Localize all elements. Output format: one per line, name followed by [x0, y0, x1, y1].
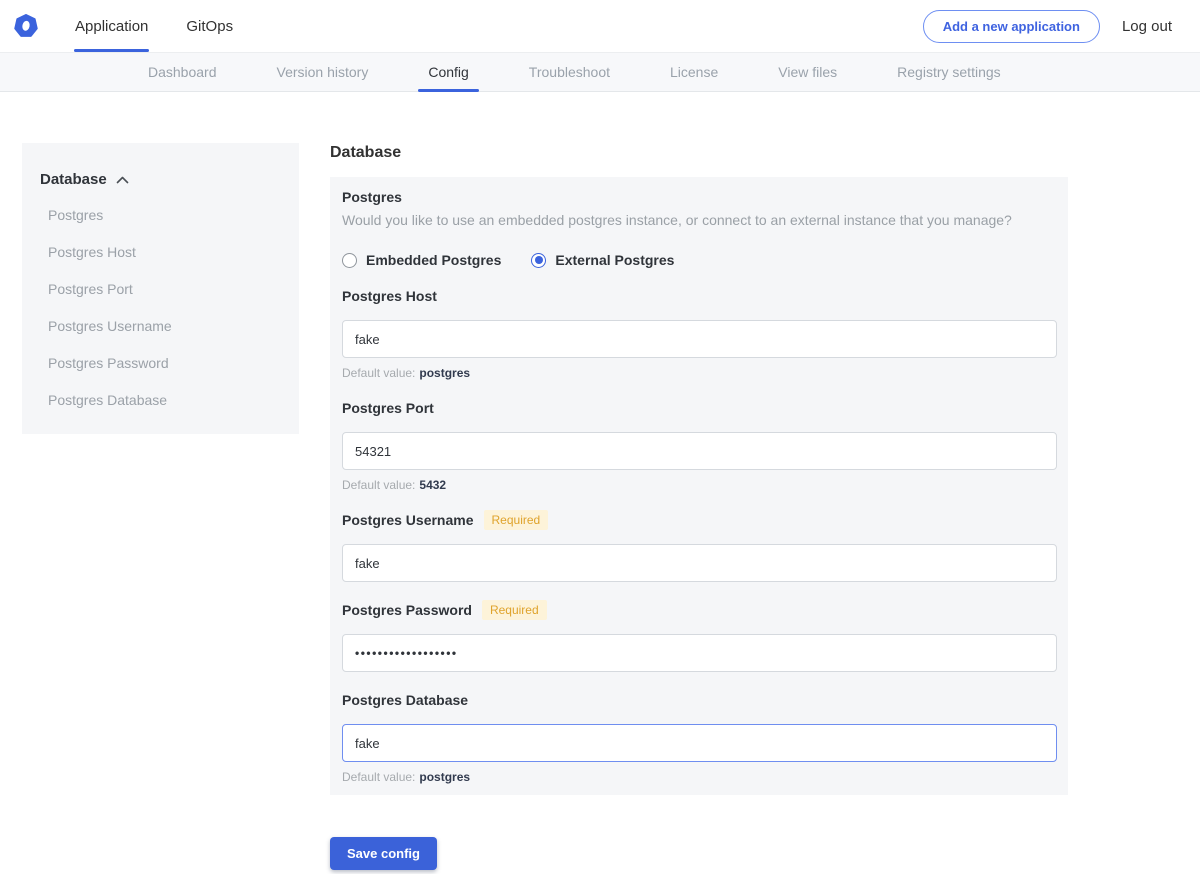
postgres-radio-group: Embedded Postgres External Postgres [342, 252, 1057, 268]
hint-label: Default value: [342, 366, 415, 380]
active-tab-underline [74, 49, 149, 52]
hint-label: Default value: [342, 770, 415, 784]
radio-option-external-postgres[interactable]: External Postgres [531, 252, 674, 268]
radio-option-label: External Postgres [555, 252, 674, 268]
config-fields: Postgres HostDefault value:postgresPostg… [342, 286, 1057, 784]
chevron-up-icon [116, 176, 129, 184]
field-label-row: Postgres Password Required [342, 600, 1057, 620]
required-badge: Required [484, 510, 549, 530]
hint-value: postgres [419, 770, 470, 784]
subnav-item-config[interactable]: Config [428, 53, 468, 91]
header-tabs: Application GitOps [74, 0, 270, 52]
add-new-application-button[interactable]: Add a new application [923, 10, 1100, 43]
sidebar-item-postgres-port[interactable]: Postgres Port [48, 281, 279, 297]
field-label-row: Postgres Database [342, 690, 1057, 710]
sidebar-group-title: Database [40, 171, 107, 188]
field-label: Postgres Username [342, 512, 474, 528]
hint-value: postgres [419, 366, 470, 380]
hint-label: Default value: [342, 478, 415, 492]
header-tab-application[interactable]: Application [74, 0, 149, 52]
field-label: Postgres Password [342, 602, 472, 618]
field-postgres-port: Postgres Port Default value: 5432 [342, 398, 1057, 492]
field-label-row: Postgres Port [342, 398, 1057, 418]
subnav-item-label: Troubleshoot [529, 64, 610, 80]
subnav-item-license[interactable]: License [670, 53, 718, 91]
subnav-item-view-files[interactable]: View files [778, 53, 837, 91]
logout-button[interactable]: Log out [1122, 18, 1172, 35]
header-tab-label: GitOps [186, 18, 233, 35]
hint-value: 5432 [419, 478, 446, 492]
subnav-item-label: License [670, 64, 718, 80]
config-sidebar: Database Postgres Postgres Host Postgres P… [22, 143, 299, 434]
sidebar-item-postgres-host[interactable]: Postgres Host [48, 244, 279, 260]
field-label: Postgres Host [342, 288, 437, 304]
sidebar-item-postgres-username[interactable]: Postgres Username [48, 318, 279, 334]
page-title: Database [330, 144, 1068, 162]
field-postgres-username: Postgres Username Required [342, 510, 1057, 582]
top-header: Application GitOps Add a new application … [0, 0, 1200, 52]
subnav-item-version-history[interactable]: Version history [277, 53, 369, 91]
subnav-item-registry-settings[interactable]: Registry settings [897, 53, 1000, 91]
sidebar-item-postgres[interactable]: Postgres [48, 207, 279, 223]
subnav-item-label: Version history [277, 64, 369, 80]
header-tab-gitops[interactable]: GitOps [185, 0, 234, 52]
field-postgres-database: Postgres Database Default value: postgres [342, 690, 1057, 784]
field-label-row: Postgres Host [342, 286, 1057, 306]
save-config-button[interactable]: Save config [330, 837, 437, 870]
radio-option-label: Embedded Postgres [366, 252, 501, 268]
sidebar-items: Postgres Postgres Host Postgres Port Postgr… [40, 207, 279, 408]
radio-option-embedded-postgres[interactable]: Embedded Postgres [342, 252, 501, 268]
config-group-panel: Postgres Would you like to use an embedd… [330, 177, 1068, 795]
required-badge: Required [482, 600, 547, 620]
content-area: Database Postgres Postgres Host Postgres P… [0, 143, 1200, 870]
postgres-username-input[interactable] [342, 544, 1057, 582]
header-tab-label: Application [75, 18, 148, 35]
subnav-item-label: Dashboard [148, 64, 217, 80]
subnav-item-label: View files [778, 64, 837, 80]
sidebar-item-postgres-database[interactable]: Postgres Database [48, 392, 279, 408]
default-value-hint: Default value: postgres [342, 366, 1057, 380]
group-help-text: Would you like to use an embedded postgr… [342, 212, 1057, 228]
default-value-hint: Default value: 5432 [342, 478, 1057, 492]
field-postgres-password: Postgres Password Required [342, 600, 1057, 672]
sidebar-group-database[interactable]: Database [40, 171, 279, 188]
config-main: Database Postgres Would you like to use … [330, 143, 1068, 870]
header-right: Add a new application Log out [923, 10, 1172, 43]
subnav-item-label: Config [428, 64, 468, 80]
active-subnav-underline [418, 89, 478, 92]
subnav-item-troubleshoot[interactable]: Troubleshoot [529, 53, 610, 91]
app-logo-icon [14, 14, 38, 38]
subnav-item-label: Registry settings [897, 64, 1000, 80]
field-postgres-host: Postgres Host Default value: postgres [342, 286, 1057, 380]
radio-unselected-icon[interactable] [342, 253, 357, 268]
postgres-host-input[interactable] [342, 320, 1057, 358]
field-label-row: Postgres Username Required [342, 510, 1057, 530]
postgres-database-input[interactable] [342, 724, 1057, 762]
group-label: Postgres [342, 189, 1057, 205]
postgres-password-input[interactable] [342, 634, 1057, 672]
subnav-item-dashboard[interactable]: Dashboard [148, 53, 217, 91]
field-label: Postgres Database [342, 692, 468, 708]
radio-selected-icon[interactable] [531, 253, 546, 268]
default-value-hint: Default value: postgres [342, 770, 1057, 784]
postgres-port-input[interactable] [342, 432, 1057, 470]
sidebar-item-postgres-password[interactable]: Postgres Password [48, 355, 279, 371]
field-label: Postgres Port [342, 400, 434, 416]
app-subnav: Dashboard Version history Config Troublesho… [0, 52, 1200, 92]
